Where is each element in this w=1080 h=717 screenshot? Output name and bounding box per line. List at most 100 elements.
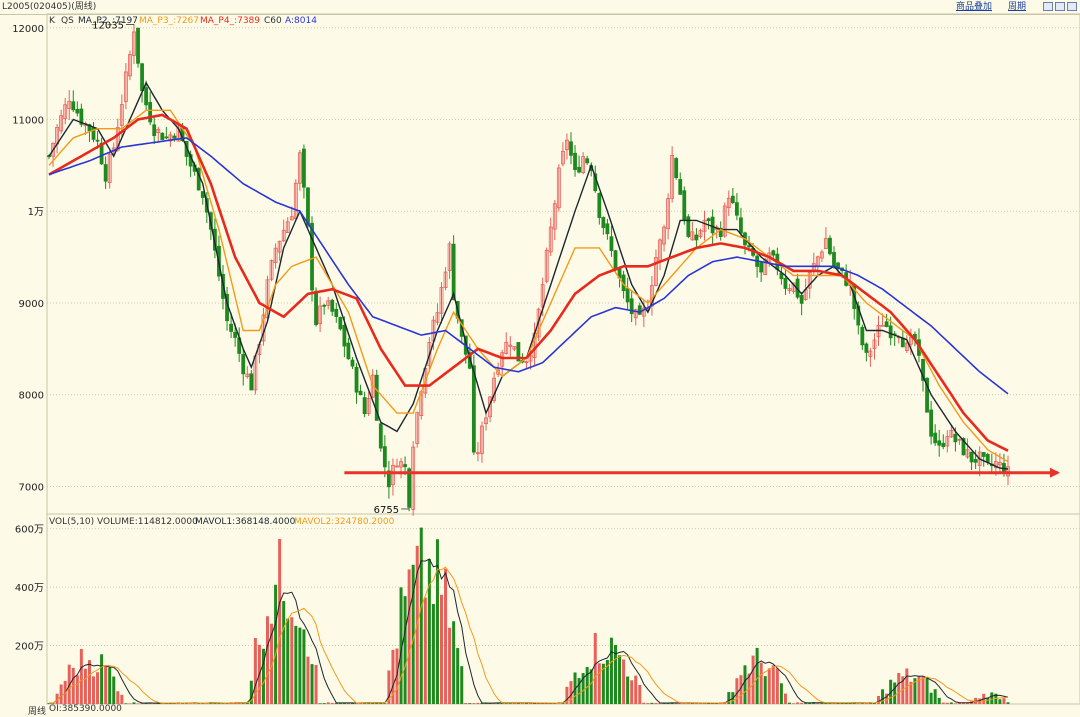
- volume-bar: [622, 659, 626, 704]
- volume-bar: [75, 675, 79, 704]
- volume-bar: [986, 698, 990, 704]
- volume-bar: [464, 702, 468, 704]
- volume-bar: [646, 703, 650, 704]
- volume-bar: [472, 703, 476, 704]
- volume-bar: [767, 668, 771, 704]
- volume-ma-line-mavol1: [48, 558, 1009, 704]
- candle-body: [471, 365, 476, 453]
- annotation-label: 12035: [92, 21, 124, 32]
- volume-bar: [589, 669, 593, 704]
- volume-bar: [593, 632, 597, 704]
- volume-bar: [630, 680, 634, 704]
- candle-body: [346, 342, 351, 360]
- candle-body: [71, 101, 76, 111]
- candle-body: [306, 187, 310, 226]
- volume-bar: [92, 676, 96, 704]
- volume-bar: [306, 656, 310, 704]
- candle-body: [451, 243, 456, 301]
- candle-body: [832, 252, 836, 268]
- candle-body: [900, 337, 905, 348]
- candle-body: [152, 124, 157, 137]
- volume-bar: [322, 703, 326, 704]
- volume-bar: [452, 621, 456, 704]
- candle-body: [637, 305, 642, 315]
- volume-bar: [435, 539, 439, 704]
- volume-bar: [1002, 698, 1006, 704]
- candle-body: [330, 299, 335, 312]
- volume-bar: [609, 637, 613, 704]
- candle-body: [103, 164, 108, 182]
- candle-body: [569, 141, 573, 156]
- volume-bar: [290, 617, 294, 704]
- candle-body: [880, 324, 885, 327]
- candle-body: [981, 452, 986, 457]
- candle-body: [354, 366, 359, 393]
- volume-bar: [282, 601, 286, 704]
- volume-bar: [949, 702, 953, 704]
- volume-bar: [423, 597, 427, 704]
- volume-bar: [314, 664, 318, 704]
- volume-bar: [990, 692, 994, 704]
- candle-body: [358, 390, 363, 396]
- volume-bar: [945, 702, 949, 704]
- candle-body: [241, 354, 246, 375]
- volume-bar: [1006, 702, 1010, 704]
- volume-bar: [800, 702, 804, 704]
- candle-body: [334, 308, 339, 317]
- volume-bar: [783, 693, 787, 704]
- candle-body: [884, 321, 889, 327]
- volume-bar: [650, 702, 654, 704]
- volume-bar: [83, 668, 87, 704]
- volume-bar: [763, 676, 767, 704]
- candle-body: [937, 440, 942, 446]
- volume-bar: [298, 627, 302, 704]
- volume-bar: [476, 702, 480, 704]
- candle-body: [613, 250, 618, 271]
- candle-body: [783, 277, 788, 289]
- candle-body: [322, 304, 327, 307]
- volume-bar: [104, 665, 108, 704]
- volume-bar: [403, 596, 407, 704]
- volume-bar: [326, 702, 330, 704]
- volume-bar: [278, 538, 282, 704]
- candle-body: [601, 217, 606, 228]
- volume-bar: [755, 647, 759, 704]
- volume-bar: [638, 685, 642, 704]
- candle-body: [625, 288, 630, 303]
- candle-body: [609, 236, 614, 251]
- candle-body: [771, 250, 776, 256]
- volume-bar: [735, 678, 739, 704]
- ma-line-ma_p3: [48, 109, 1009, 463]
- candle-body: [403, 464, 407, 468]
- price-tick-label: 1万: [28, 207, 44, 218]
- candle-body: [407, 468, 412, 508]
- volume-tick-label: 200万: [15, 642, 44, 653]
- volume-bar: [87, 660, 91, 704]
- volume-bar: [294, 625, 298, 704]
- volume-bar: [569, 681, 573, 704]
- volume-bar: [751, 655, 755, 704]
- volume-bar: [302, 629, 306, 704]
- volume-bar: [460, 666, 464, 704]
- volume-bar: [881, 689, 885, 704]
- volume-bar: [743, 665, 747, 704]
- volume-bar: [136, 703, 140, 704]
- volume-bar: [407, 569, 411, 704]
- volume-bar: [132, 702, 136, 704]
- price-tick-label: 9000: [19, 299, 44, 310]
- volume-bar: [59, 684, 63, 704]
- candle-body: [941, 442, 946, 448]
- volume-bar: [787, 702, 791, 704]
- candle-body: [605, 223, 610, 235]
- volume-bar: [937, 697, 941, 704]
- candle-body: [140, 63, 144, 92]
- candle-body: [75, 108, 80, 114]
- volume-bar: [759, 662, 763, 704]
- volume-tick-label: 600万: [15, 525, 44, 536]
- volume-bar: [241, 703, 245, 704]
- candle-body: [172, 135, 177, 139]
- volume-bar: [820, 703, 824, 704]
- volume-bar: [448, 627, 452, 704]
- candle-body: [860, 326, 865, 346]
- candle-body: [148, 102, 153, 123]
